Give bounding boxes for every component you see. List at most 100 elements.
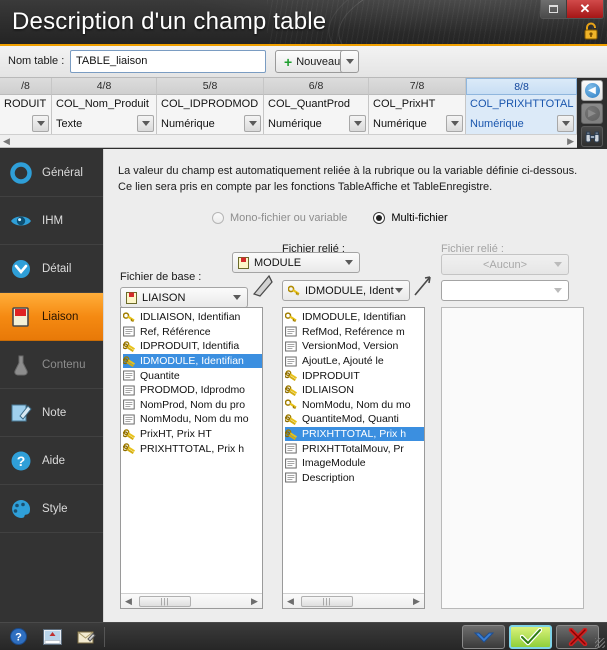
column-type-4[interactable]: Numérique: [264, 113, 369, 135]
list-item[interactable]: NomProd, Nom du pro: [123, 398, 262, 413]
chevron-down-icon[interactable]: [446, 115, 463, 132]
chevron-down-icon[interactable]: [349, 115, 366, 132]
sidebar-item-dtail[interactable]: Détail: [0, 245, 103, 293]
list-item[interactable]: IDMODULE, Identifian: [285, 310, 424, 325]
dropdown-rubrique-right[interactable]: [441, 280, 569, 301]
column-header-2[interactable]: 4/8: [52, 78, 157, 95]
sidebar-item-contenu[interactable]: Contenu: [0, 341, 103, 389]
column-name-5[interactable]: COL_PrixHT: [369, 95, 466, 113]
new-button-dropdown[interactable]: [340, 50, 359, 73]
scroll-right-icon[interactable]: ▶: [247, 596, 262, 607]
scroll-left-icon[interactable]: ◀: [283, 596, 298, 607]
chevron-down-icon[interactable]: [137, 115, 154, 132]
column-name-6[interactable]: COL_PRIXHTTOTAL: [466, 95, 577, 113]
list-item[interactable]: PRIXHTTOTAL, Prix h: [123, 441, 262, 456]
sidebar-item-aide[interactable]: ? Aide: [0, 437, 103, 485]
image-insert-icon[interactable]: [42, 627, 62, 646]
sidebar-item-style[interactable]: Style: [0, 485, 103, 533]
dropdown-fichier-relie-right[interactable]: <Aucun>: [441, 254, 569, 275]
sidebar-item-gnral[interactable]: Général: [0, 149, 103, 197]
back-button[interactable]: ◀: [581, 80, 603, 101]
cancel-button[interactable]: [556, 625, 599, 649]
ok-button[interactable]: [509, 625, 552, 649]
chevron-down-icon[interactable]: [244, 115, 261, 132]
column-name-1[interactable]: RODUIT: [0, 95, 52, 113]
column-name-4[interactable]: COL_QuantProd: [264, 95, 369, 113]
column-type-5[interactable]: Numérique: [369, 113, 466, 135]
list-item-label: RefMod, Reférence m: [302, 325, 405, 338]
list-item[interactable]: PRIXHTTOTAL, Prix h: [285, 426, 424, 442]
listbox-fichier-de-base[interactable]: IDLIAISON, Identifian Ref, Référence IDPRO…: [120, 307, 263, 609]
list-item[interactable]: RefMod, Reférence m: [285, 325, 424, 340]
list-item[interactable]: IDPRODUIT, Identifia: [123, 339, 262, 354]
scroll-right-icon[interactable]: ▶: [409, 596, 424, 607]
column-header-6[interactable]: 8/8: [466, 78, 577, 95]
sidebar-item-note[interactable]: Note: [0, 389, 103, 437]
scroll-thumb[interactable]: |||: [139, 595, 191, 607]
column-type-1[interactable]: [0, 113, 52, 135]
scroll-thumb[interactable]: |||: [301, 595, 353, 607]
column-name-2[interactable]: COL_Nom_Produit: [52, 95, 157, 113]
listbox-fichier-relie-right[interactable]: [441, 307, 584, 609]
list-item[interactable]: VersionMod, Version: [285, 339, 424, 354]
dropdown-more-button[interactable]: [462, 625, 505, 649]
help-icon[interactable]: ?: [8, 627, 28, 646]
chevron-down-icon[interactable]: [548, 282, 567, 299]
column-grid-hscrollbar[interactable]: ◀ ▶: [0, 134, 577, 147]
check-icon: [519, 628, 542, 646]
list-item[interactable]: PRODMOD, Idprodmo: [123, 383, 262, 398]
radio-multi-fichier[interactable]: Multi-fichier: [373, 212, 448, 224]
column-name-3[interactable]: COL_IDPRODMOD: [157, 95, 264, 113]
radio-mono-fichier[interactable]: Mono-fichier ou variable: [212, 212, 347, 224]
scroll-right-icon[interactable]: ▶: [567, 136, 574, 147]
chevron-down-icon[interactable]: [339, 254, 358, 271]
scroll-track[interactable]: |||: [136, 595, 247, 608]
list-item[interactable]: IDLIAISON, Identifian: [123, 310, 262, 325]
list-item[interactable]: PRIXHTTotalMouv, Pr: [285, 441, 424, 456]
palette-icon: [9, 497, 33, 521]
list-item[interactable]: NomModu, Nom du mo: [123, 412, 262, 427]
column-header-1[interactable]: /8: [0, 78, 52, 95]
close-button[interactable]: ✕: [567, 0, 603, 18]
scroll-left-icon[interactable]: ◀: [121, 596, 136, 607]
column-header-3[interactable]: 5/8: [157, 78, 264, 95]
dropdown-fichier-relie-mid[interactable]: IDMODULE, Ident MODULE: [232, 252, 360, 273]
restore-button[interactable]: [541, 0, 567, 18]
list-item[interactable]: Description: [285, 471, 424, 486]
list-item[interactable]: AjoutLe, Ajouté le: [285, 354, 424, 369]
scroll-track[interactable]: |||: [298, 595, 409, 608]
sidebar-item-liaison[interactable]: Liaison: [0, 293, 116, 341]
list-item[interactable]: IDPRODUIT: [285, 368, 424, 383]
column-type-3[interactable]: Numérique: [157, 113, 264, 135]
column-header-5[interactable]: 7/8: [369, 78, 466, 95]
table-name-input[interactable]: TABLE_liaison: [70, 50, 266, 73]
column-type-6[interactable]: Numérique: [466, 113, 577, 135]
chevron-down-icon[interactable]: [557, 115, 574, 132]
dropdown-rubrique-mid[interactable]: IDMODULE, Ident: [282, 280, 410, 301]
chevron-down-icon[interactable]: [389, 282, 408, 299]
forward-button[interactable]: ▶: [581, 103, 603, 124]
list-item[interactable]: IDLIAISON: [285, 383, 424, 398]
search-button[interactable]: [581, 126, 603, 147]
list-item[interactable]: QuantiteMod, Quanti: [285, 412, 424, 427]
listbox-left-hscrollbar[interactable]: ◀ ||| ▶: [121, 593, 262, 608]
new-button[interactable]: + Nouveau: [275, 50, 350, 73]
column-type-2[interactable]: Texte: [52, 113, 157, 135]
list-item[interactable]: Ref, Référence: [123, 325, 262, 340]
list-item[interactable]: PrixHT, Prix HT: [123, 427, 262, 442]
resize-grip[interactable]: [595, 638, 605, 648]
chevron-down-icon[interactable]: [227, 289, 246, 306]
dropdown-fichier-de-base[interactable]: LIAISON: [120, 287, 248, 308]
list-item[interactable]: Quantite: [123, 368, 262, 383]
note-edit-icon[interactable]: [76, 627, 96, 646]
list-item[interactable]: NomModu, Nom du mo: [285, 398, 424, 413]
list-item[interactable]: IDMODULE, Identifian: [123, 353, 262, 369]
sidebar-item-ihm[interactable]: IHM: [0, 197, 103, 245]
list-item[interactable]: ImageModule: [285, 456, 424, 471]
listbox-mid-items: IDMODULE, Identifian RefMod, Reférence m V…: [283, 308, 424, 485]
column-header-4[interactable]: 6/8: [264, 78, 369, 95]
scroll-left-icon[interactable]: ◀: [3, 136, 10, 147]
chevron-down-icon[interactable]: [32, 115, 49, 132]
listbox-fichier-relie-mid[interactable]: IDMODULE, Identifian RefMod, Reférence m V…: [282, 307, 425, 609]
listbox-mid-hscrollbar[interactable]: ◀ ||| ▶: [283, 593, 424, 608]
